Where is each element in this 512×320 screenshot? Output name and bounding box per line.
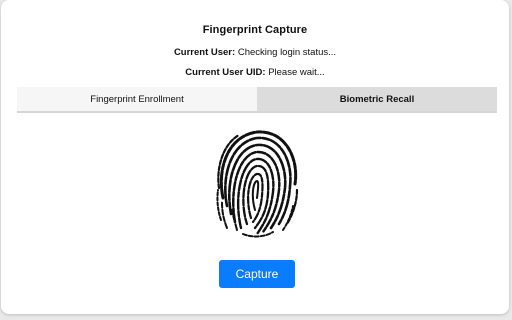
current-uid-value: Please wait...	[268, 67, 325, 78]
page-title: Fingerprint Capture	[202, 24, 308, 36]
fingerprint-capture-card: Fingerprint Capture Current User: Checki…	[1, 0, 509, 314]
capture-button[interactable]: Capture	[219, 260, 295, 288]
current-user-label: Current User:	[173, 47, 236, 58]
current-user-value: Checking login status...	[237, 47, 337, 58]
fingerprint-icon	[213, 124, 301, 240]
current-uid-label: Current User UID:	[185, 67, 266, 78]
tab-biometric-recall[interactable]: Biometric Recall	[257, 87, 497, 111]
current-user-uid-line: Current User UID: Please wait...	[1, 67, 509, 78]
tab-bar: Fingerprint Enrollment Biometric Recall	[17, 87, 497, 113]
current-user-line: Current User: Checking login status...	[1, 47, 509, 58]
tab-fingerprint-enrollment[interactable]: Fingerprint Enrollment	[17, 87, 257, 111]
